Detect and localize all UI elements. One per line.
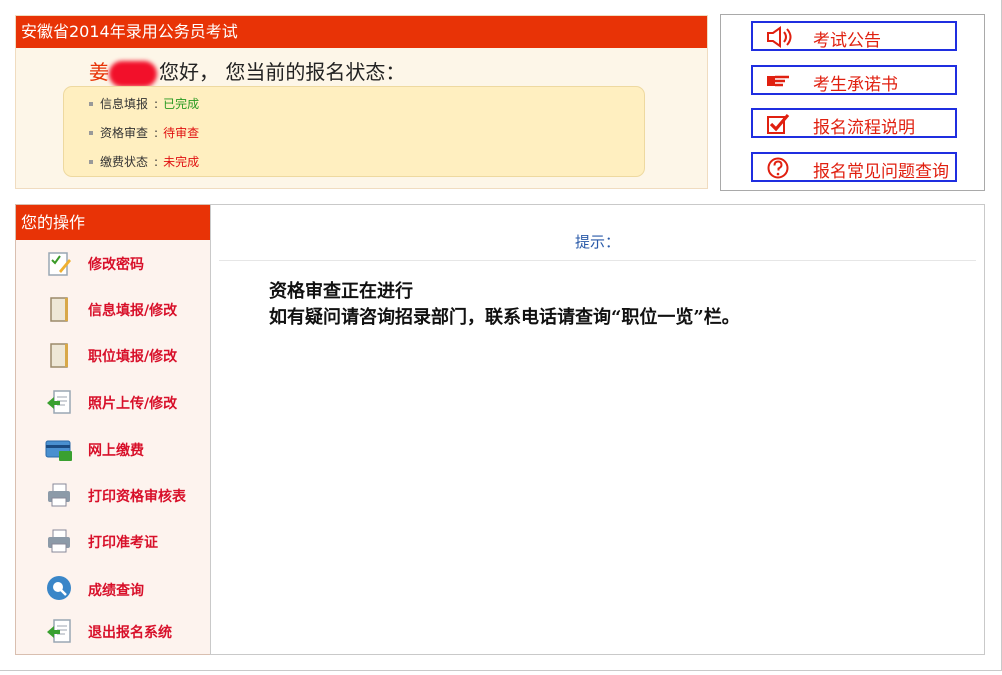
status-panel: 安徽省2014年录用公务员考试 姜 您好， 您当前的报名状态： 信息填报: 已完成 … bbox=[15, 15, 708, 189]
sidebar-item-label: 成绩查询 bbox=[88, 583, 144, 599]
status-row-review: 资格审查: 待审查 bbox=[89, 124, 199, 141]
status-label: 信息填报 bbox=[100, 97, 149, 111]
status-label: 资格审查 bbox=[100, 126, 149, 140]
notebook-icon bbox=[50, 297, 68, 322]
sidebar-item-position-fill[interactable]: 职位填报/修改 bbox=[16, 335, 210, 375]
registration-process-link[interactable]: 报名流程说明 bbox=[751, 108, 957, 138]
edit-document-icon bbox=[48, 252, 71, 276]
sidebar-item-info-fill[interactable]: 信息填报/修改 bbox=[16, 289, 210, 329]
notebook-icon bbox=[50, 343, 68, 368]
checkbox-icon bbox=[767, 113, 790, 134]
redacted-name bbox=[109, 60, 157, 87]
exit-document-icon bbox=[47, 619, 71, 643]
sidebar-item-label: 网上缴费 bbox=[88, 443, 144, 459]
notice-line: 如有疑问请咨询招录部门，联系电话请查询“职位一览”栏。 bbox=[269, 307, 740, 328]
greeting: 姜 您好， 您当前的报名状态： bbox=[89, 56, 405, 87]
faq-link[interactable]: 报名常见问题查询 bbox=[751, 152, 957, 182]
bullet-icon bbox=[89, 101, 93, 106]
status-value: 已完成 bbox=[163, 97, 200, 111]
sidebar-item-print-admission-ticket[interactable]: 打印准考证 bbox=[16, 521, 210, 561]
sidebar-item-label: 打印资格审核表 bbox=[88, 489, 186, 505]
payment-card-icon bbox=[45, 440, 72, 461]
notice-line: 资格审查正在进行 bbox=[269, 281, 413, 302]
quick-link-label: 报名流程说明 bbox=[813, 118, 915, 138]
status-row-info: 信息填报: 已完成 bbox=[89, 95, 199, 112]
printer-icon bbox=[48, 529, 70, 553]
printer-icon bbox=[48, 483, 70, 507]
main-content: 提示： 资格审查正在进行 如有疑问请咨询招录部门，联系电话请查询“职位一览”栏。 bbox=[210, 204, 985, 655]
sidebar-item-label: 修改密码 bbox=[88, 257, 144, 273]
question-icon bbox=[767, 157, 789, 179]
bullet-icon bbox=[89, 159, 93, 164]
quick-link-label: 考试公告 bbox=[813, 31, 881, 51]
sidebar-title: 您的操作 bbox=[16, 205, 210, 240]
page: 安徽省2014年录用公务员考试 姜 您好， 您当前的报名状态： 信息填报: 已完成 … bbox=[0, 0, 1002, 675]
sidebar-item-photo-upload[interactable]: 照片上传/修改 bbox=[16, 382, 210, 422]
status-value: 待审查 bbox=[163, 126, 200, 140]
status-row-payment: 缴费状态: 未完成 bbox=[89, 153, 199, 170]
hint-title: 提示： bbox=[219, 231, 976, 261]
status-label: 缴费状态 bbox=[100, 155, 149, 169]
search-icon bbox=[47, 576, 71, 600]
quick-links-panel: 考试公告 考生承诺书 报名流程说明 报名常见问题查询 bbox=[720, 14, 985, 191]
quick-link-label: 报名常见问题查询 bbox=[813, 162, 949, 182]
quick-link-label: 考生承诺书 bbox=[813, 75, 898, 95]
sidebar-item-print-review-form[interactable]: 打印资格审核表 bbox=[16, 475, 210, 515]
sidebar-item-label: 照片上传/修改 bbox=[88, 396, 178, 412]
status-value: 未完成 bbox=[163, 155, 200, 169]
sidebar: 您的操作 修改密码 信息填报/修改 职位填报/修改 照片上传/修改 网上缴费 打… bbox=[15, 204, 211, 655]
sidebar-item-online-payment[interactable]: 网上缴费 bbox=[16, 429, 210, 469]
greeting-text: 您好， 您当前的报名状态： bbox=[159, 60, 406, 84]
registration-status-box: 信息填报: 已完成 资格审查: 待审查 缴费状态: 未完成 bbox=[63, 86, 645, 177]
sidebar-item-label: 打印准考证 bbox=[88, 535, 158, 551]
speaker-icon bbox=[767, 26, 792, 48]
pointing-hand-icon bbox=[767, 75, 789, 87]
bullet-icon bbox=[89, 130, 93, 135]
sidebar-item-score-query[interactable]: 成绩查询 bbox=[16, 569, 210, 609]
sidebar-item-label: 职位填报/修改 bbox=[88, 349, 178, 365]
sidebar-item-exit-system[interactable]: 退出报名系统 bbox=[16, 611, 210, 651]
sidebar-item-label: 退出报名系统 bbox=[88, 625, 172, 641]
user-surname: 姜 bbox=[89, 60, 109, 84]
candidate-pledge-link[interactable]: 考生承诺书 bbox=[751, 65, 957, 95]
sidebar-item-label: 信息填报/修改 bbox=[88, 303, 178, 319]
sidebar-item-change-password[interactable]: 修改密码 bbox=[16, 243, 210, 283]
exam-title-bar: 安徽省2014年录用公务员考试 bbox=[16, 16, 707, 48]
notice-message: 资格审查正在进行 如有疑问请咨询招录部门，联系电话请查询“职位一览”栏。 bbox=[269, 279, 740, 331]
exam-announcement-link[interactable]: 考试公告 bbox=[751, 21, 957, 51]
upload-document-icon bbox=[47, 390, 71, 414]
